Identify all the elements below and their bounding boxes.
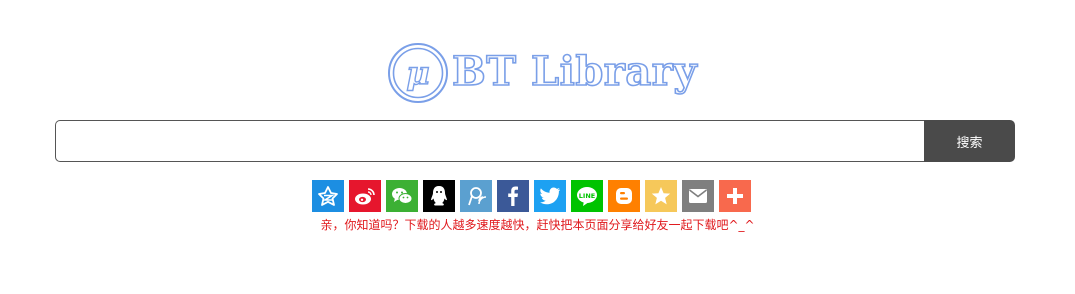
share-tip-text: 亲，你知道吗？下载的人越多速度越快，赶快把本页面分享给好友一起下载吧^_^ [320,218,755,232]
email-icon [689,189,707,203]
search-bar: 搜索 [55,120,1015,162]
weibo-icon [355,188,375,205]
share-facebook-button[interactable] [497,180,529,212]
share-twitter-button[interactable] [534,180,566,212]
qzone-icon [318,186,338,206]
svg-text:LINE: LINE [579,192,595,200]
wechat-icon [392,188,413,204]
share-wechat-button[interactable] [386,180,418,212]
logo-mark-icon: μ [388,43,448,103]
share-tqq-button[interactable] [460,180,492,212]
logo-mark-char: μ [406,54,429,92]
logo-text: BT Library [451,47,698,96]
tqq-icon [468,187,487,206]
share-favorite-button[interactable] [645,180,677,212]
search-button[interactable]: 搜索 [924,120,1015,162]
share-blogger-button[interactable] [608,180,640,212]
share-weibo-button[interactable] [349,180,381,212]
favorite-star-icon [651,187,671,205]
share-email-button[interactable] [682,180,714,212]
more-plus-icon [727,188,743,204]
facebook-icon [508,186,518,206]
share-line-button[interactable]: LINE [571,180,603,212]
share-more-button[interactable] [719,180,751,212]
search-input[interactable] [55,120,924,162]
twitter-icon [540,187,561,205]
qq-icon [431,186,447,206]
share-qzone-button[interactable] [312,180,344,212]
page: μ BT Library 搜索 LINE 亲，你知道吗？下载的人越多速度越快，赶… [0,0,1075,294]
line-icon: LINE [577,187,597,206]
share-bar: LINE [312,180,751,212]
site-logo[interactable]: μ BT Library [386,36,697,106]
share-qq-button[interactable] [423,180,455,212]
blogger-icon [616,188,632,204]
